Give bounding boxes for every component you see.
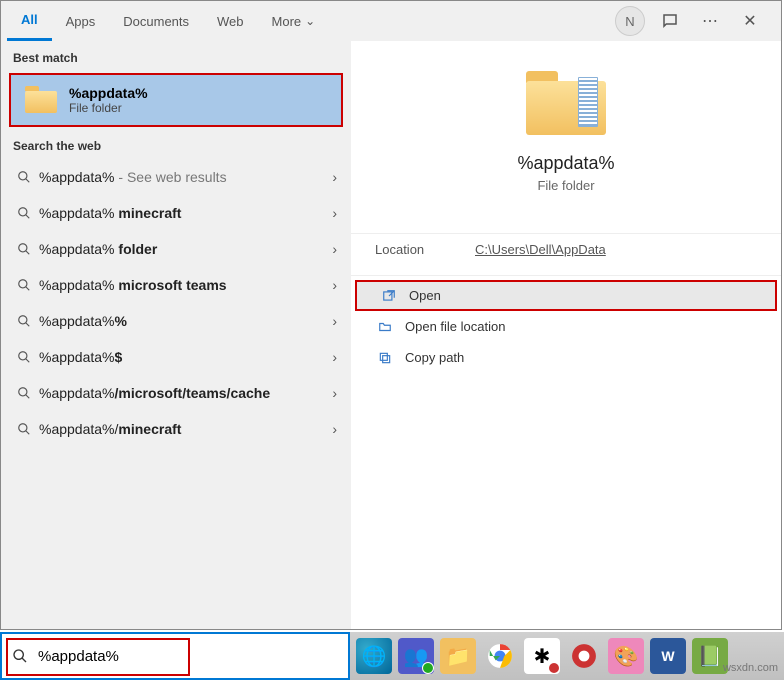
web-result-text: %appdata% - See web results bbox=[39, 169, 332, 185]
slack-icon[interactable]: ✱ bbox=[524, 638, 560, 674]
search-input[interactable] bbox=[38, 648, 348, 665]
folder-icon-large bbox=[526, 71, 606, 135]
location-value[interactable]: C:\Users\Dell\AppData bbox=[475, 242, 606, 257]
search-icon bbox=[15, 278, 33, 292]
best-match-title: %appdata% bbox=[69, 85, 148, 101]
location-label: Location bbox=[375, 242, 475, 257]
copy-path-label: Copy path bbox=[405, 350, 464, 365]
location-row: Location C:\Users\Dell\AppData bbox=[351, 233, 781, 265]
web-result-text: %appdata%/microsoft/teams/cache bbox=[39, 385, 332, 401]
chevron-right-icon: › bbox=[332, 385, 337, 401]
best-match-subtitle: File folder bbox=[69, 101, 148, 115]
tab-bar: All Apps Documents Web More N ⋯ ✕ bbox=[1, 1, 781, 41]
web-result-item[interactable]: %appdata%$› bbox=[1, 339, 351, 375]
teams-icon[interactable]: 👥 bbox=[398, 638, 434, 674]
search-icon bbox=[15, 170, 33, 184]
open-file-location-action[interactable]: Open file location bbox=[351, 311, 781, 342]
open-label: Open bbox=[409, 288, 441, 303]
web-result-item[interactable]: %appdata%/microsoft/teams/cache› bbox=[1, 375, 351, 411]
search-icon bbox=[15, 350, 33, 364]
chevron-right-icon: › bbox=[332, 277, 337, 293]
tab-all[interactable]: All bbox=[7, 1, 52, 41]
actions-list: Open Open file location Copy path bbox=[351, 275, 781, 377]
folder-open-icon bbox=[375, 320, 395, 334]
open-file-location-label: Open file location bbox=[405, 319, 505, 334]
web-result-item[interactable]: %appdata% minecraft› bbox=[1, 195, 351, 231]
feedback-icon[interactable] bbox=[655, 6, 685, 36]
search-icon bbox=[15, 386, 33, 400]
web-result-item[interactable]: %appdata% - See web results› bbox=[1, 159, 351, 195]
search-icon bbox=[15, 422, 33, 436]
web-result-text: %appdata%% bbox=[39, 313, 332, 329]
chrome-icon[interactable] bbox=[482, 638, 518, 674]
folder-icon bbox=[25, 86, 57, 114]
search-web-label: Search the web bbox=[1, 129, 351, 159]
copy-icon bbox=[375, 351, 395, 365]
file-explorer-icon[interactable]: 📁 bbox=[440, 638, 476, 674]
watermark: wsxdn.com bbox=[723, 662, 778, 674]
web-results-list: %appdata% - See web results›%appdata% mi… bbox=[1, 159, 351, 447]
best-match-label: Best match bbox=[1, 41, 351, 71]
best-match-result[interactable]: %appdata% File folder bbox=[9, 73, 343, 127]
search-icon bbox=[15, 206, 33, 220]
taskbar: 🌐 👥 📁 ✱ 🎨 W 📗 bbox=[350, 632, 784, 680]
search-icon bbox=[15, 314, 33, 328]
tab-apps[interactable]: Apps bbox=[52, 1, 110, 41]
search-icon bbox=[15, 242, 33, 256]
tab-documents[interactable]: Documents bbox=[109, 1, 203, 41]
tab-web[interactable]: Web bbox=[203, 1, 258, 41]
web-result-text: %appdata% minecraft bbox=[39, 205, 332, 221]
search-icon bbox=[2, 648, 38, 664]
copy-path-action[interactable]: Copy path bbox=[351, 342, 781, 373]
chevron-right-icon: › bbox=[332, 313, 337, 329]
chevron-right-icon: › bbox=[332, 421, 337, 437]
preview-title: %appdata% bbox=[351, 153, 781, 174]
header-right: N ⋯ ✕ bbox=[615, 6, 775, 36]
search-bar[interactable] bbox=[0, 632, 350, 680]
paint-icon[interactable]: 🎨 bbox=[608, 638, 644, 674]
more-icon[interactable]: ⋯ bbox=[695, 6, 725, 36]
search-window: All Apps Documents Web More N ⋯ ✕ Best m… bbox=[0, 0, 782, 630]
edge-icon[interactable]: 🌐 bbox=[356, 638, 392, 674]
chevron-right-icon: › bbox=[332, 241, 337, 257]
web-result-text: %appdata%$ bbox=[39, 349, 332, 365]
user-avatar[interactable]: N bbox=[615, 6, 645, 36]
chrome-canary-icon[interactable] bbox=[566, 638, 602, 674]
web-result-item[interactable]: %appdata%%› bbox=[1, 303, 351, 339]
preview-panel: %appdata% File folder Location C:\Users\… bbox=[351, 41, 781, 629]
close-icon[interactable]: ✕ bbox=[735, 6, 765, 36]
open-icon bbox=[379, 289, 399, 303]
results-panel: Best match %appdata% File folder Search … bbox=[1, 41, 351, 629]
best-match-text: %appdata% File folder bbox=[69, 85, 148, 115]
tab-more[interactable]: More bbox=[258, 1, 330, 41]
preview-subtitle: File folder bbox=[351, 178, 781, 193]
chevron-right-icon: › bbox=[332, 169, 337, 185]
body: Best match %appdata% File folder Search … bbox=[1, 41, 781, 629]
web-result-item[interactable]: %appdata% microsoft teams› bbox=[1, 267, 351, 303]
open-action[interactable]: Open bbox=[355, 280, 777, 311]
web-result-text: %appdata% microsoft teams bbox=[39, 277, 332, 293]
chevron-right-icon: › bbox=[332, 349, 337, 365]
web-result-text: %appdata% folder bbox=[39, 241, 332, 257]
web-result-text: %appdata%/minecraft bbox=[39, 421, 332, 437]
web-result-item[interactable]: %appdata%/minecraft› bbox=[1, 411, 351, 447]
web-result-item[interactable]: %appdata% folder› bbox=[1, 231, 351, 267]
chevron-right-icon: › bbox=[332, 205, 337, 221]
word-icon[interactable]: W bbox=[650, 638, 686, 674]
